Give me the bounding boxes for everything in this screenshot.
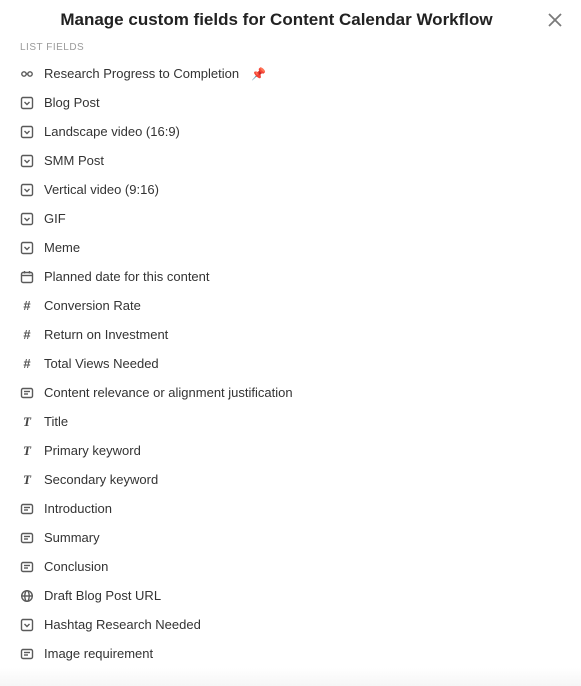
dropdown-icon bbox=[20, 183, 34, 197]
field-label: Image requirement bbox=[44, 646, 153, 661]
number-icon: # bbox=[20, 328, 34, 342]
field-row[interactable]: T Secondary keyword bbox=[12, 465, 569, 494]
field-row[interactable]: SMM Post bbox=[12, 146, 569, 175]
close-button[interactable] bbox=[545, 10, 565, 30]
field-row[interactable]: GIF bbox=[12, 204, 569, 233]
field-row[interactable]: # Conversion Rate bbox=[12, 291, 569, 320]
pin-icon: 📌 bbox=[251, 67, 266, 81]
field-row[interactable]: Hashtag Research Needed bbox=[12, 610, 569, 639]
field-label: Hashtag Research Needed bbox=[44, 617, 201, 632]
textarea-icon bbox=[20, 531, 34, 545]
field-label: GIF bbox=[44, 211, 66, 226]
number-icon: # bbox=[20, 357, 34, 371]
field-label: Research Progress to Completion bbox=[44, 66, 239, 81]
field-row[interactable]: Content relevance or alignment justifica… bbox=[12, 378, 569, 407]
field-row[interactable]: T Primary keyword bbox=[12, 436, 569, 465]
field-row[interactable]: Blog Post bbox=[12, 88, 569, 117]
text-icon: T bbox=[20, 415, 34, 429]
field-row[interactable]: Meme bbox=[12, 233, 569, 262]
field-label: Introduction bbox=[44, 501, 112, 516]
field-label: Draft Blog Post URL bbox=[44, 588, 161, 603]
field-label: Blog Post bbox=[44, 95, 100, 110]
dropdown-icon bbox=[20, 125, 34, 139]
field-label: Return on Investment bbox=[44, 327, 168, 342]
dropdown-icon bbox=[20, 212, 34, 226]
scroll-fade bbox=[0, 668, 581, 686]
close-icon bbox=[548, 13, 562, 27]
field-row[interactable]: Introduction bbox=[12, 494, 569, 523]
dropdown-icon bbox=[20, 241, 34, 255]
field-row[interactable]: Conclusion bbox=[12, 552, 569, 581]
field-label: Secondary keyword bbox=[44, 472, 158, 487]
field-label: Landscape video (16:9) bbox=[44, 124, 180, 139]
field-row[interactable]: Image requirement bbox=[12, 639, 569, 668]
section-label-list-fields: LIST FIELDS bbox=[0, 38, 581, 59]
textarea-icon bbox=[20, 386, 34, 400]
panel-header: Manage custom fields for Content Calenda… bbox=[0, 10, 581, 38]
panel-title: Manage custom fields for Content Calenda… bbox=[16, 10, 537, 30]
dropdown-icon bbox=[20, 96, 34, 110]
field-row[interactable]: Research Progress to Completion 📌 bbox=[12, 59, 569, 88]
dropdown-icon bbox=[20, 618, 34, 632]
field-row[interactable]: Summary bbox=[12, 523, 569, 552]
textarea-icon bbox=[20, 502, 34, 516]
field-row[interactable]: Vertical video (9:16) bbox=[12, 175, 569, 204]
field-label: Title bbox=[44, 414, 68, 429]
field-row[interactable]: # Total Views Needed bbox=[12, 349, 569, 378]
number-icon: # bbox=[20, 299, 34, 313]
field-label: Summary bbox=[44, 530, 100, 545]
field-label: SMM Post bbox=[44, 153, 104, 168]
date-icon bbox=[20, 270, 34, 284]
text-icon: T bbox=[20, 444, 34, 458]
field-row[interactable]: Planned date for this content bbox=[12, 262, 569, 291]
progress-icon bbox=[20, 67, 34, 81]
field-label: Meme bbox=[44, 240, 80, 255]
url-icon bbox=[20, 589, 34, 603]
field-row[interactable]: Landscape video (16:9) bbox=[12, 117, 569, 146]
dropdown-icon bbox=[20, 154, 34, 168]
manage-custom-fields-panel: Manage custom fields for Content Calenda… bbox=[0, 0, 581, 686]
field-label: Content relevance or alignment justifica… bbox=[44, 385, 293, 400]
field-label: Vertical video (9:16) bbox=[44, 182, 159, 197]
field-row[interactable]: Draft Blog Post URL bbox=[12, 581, 569, 610]
field-label: Conversion Rate bbox=[44, 298, 141, 313]
field-row[interactable]: T Title bbox=[12, 407, 569, 436]
field-label: Total Views Needed bbox=[44, 356, 159, 371]
textarea-icon bbox=[20, 560, 34, 574]
field-label: Primary keyword bbox=[44, 443, 141, 458]
field-label: Planned date for this content bbox=[44, 269, 210, 284]
field-label: Conclusion bbox=[44, 559, 108, 574]
textarea-icon bbox=[20, 647, 34, 661]
field-row[interactable]: # Return on Investment bbox=[12, 320, 569, 349]
text-icon: T bbox=[20, 473, 34, 487]
field-list: Research Progress to Completion 📌 Blog Pos… bbox=[0, 59, 581, 668]
